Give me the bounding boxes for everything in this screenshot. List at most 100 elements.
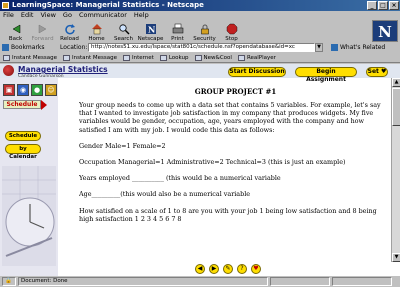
- url-field[interactable]: http://notes51.xu.edu/lspace/stat801c/sc…: [88, 43, 315, 52]
- netscape-logo[interactable]: N: [372, 20, 398, 42]
- personal-toolbar: Instant Message Instant Message Internet…: [0, 53, 400, 63]
- status-bar: 🔒 Document: Done: [0, 276, 400, 287]
- scroll-down-icon[interactable]: ▼: [392, 253, 400, 262]
- window-title: LearningSpace: Managerial Statistics - N…: [12, 1, 204, 9]
- scroll-up-icon[interactable]: ▲: [392, 78, 400, 87]
- menu-view[interactable]: View: [40, 11, 55, 20]
- bookmark-icon: [2, 44, 9, 51]
- home-icon: [91, 23, 103, 35]
- security-button[interactable]: Security: [191, 20, 218, 42]
- menu-help[interactable]: Help: [134, 11, 149, 20]
- related-icon: [331, 44, 338, 51]
- navigation-toolbar: Back Forward Reload Home Search N Netsca…: [0, 20, 370, 42]
- netscape-window-icon: [2, 2, 9, 9]
- personal-item-label: RealPlayer: [246, 54, 276, 61]
- url-dropdown-icon[interactable]: ▼: [315, 43, 323, 52]
- personal-item-new-and-cool[interactable]: New&Cool: [194, 54, 236, 61]
- window-controls: _ □ ×: [367, 1, 399, 10]
- learningspace-logo-icon: [3, 65, 14, 76]
- paragraph-intro: Your group needs to come up with a data …: [79, 101, 381, 134]
- start-discussion-button[interactable]: Start Discussion: [228, 67, 286, 77]
- security-status-icon[interactable]: 🔒: [2, 277, 16, 286]
- minimize-button[interactable]: _: [367, 1, 377, 10]
- paragraph-satisfaction: How satisfied on a scale of 1 to 8 are y…: [79, 206, 377, 223]
- status-text: Document: Done: [18, 277, 268, 286]
- by-calendar-button[interactable]: by Calendar: [5, 144, 41, 160]
- menu-file[interactable]: File: [3, 11, 14, 20]
- personal-item-label: Instant Message: [12, 54, 57, 61]
- window-titlebar: LearningSpace: Managerial Statistics - N…: [0, 0, 400, 11]
- search-icon: [118, 23, 130, 35]
- personal-item-realplayer[interactable]: RealPlayer: [237, 54, 280, 61]
- page-navigation: ◀ ▶ ✎ ? ♥: [195, 264, 261, 274]
- reload-button[interactable]: Reload: [56, 20, 83, 42]
- page-content: Managerial Statistics Candace Gunnarson …: [0, 64, 400, 276]
- vertical-scrollbar[interactable]: ▲ ▼: [391, 78, 400, 262]
- stop-icon: [226, 23, 238, 35]
- help-question-icon[interactable]: ?: [237, 264, 247, 274]
- menu-edit[interactable]: Edit: [21, 11, 34, 20]
- paragraph-gender: Gender Male=1 Female=2: [79, 141, 166, 150]
- menu-go[interactable]: Go: [63, 11, 72, 20]
- edit-pencil-icon[interactable]: ✎: [223, 264, 233, 274]
- personal-item-lookup[interactable]: Lookup: [159, 54, 193, 61]
- whats-related-button[interactable]: What's Related: [331, 44, 385, 51]
- menu-communicator[interactable]: Communicator: [79, 11, 127, 20]
- course-title-link[interactable]: Managerial Statistics: [18, 65, 108, 74]
- security-lock-icon: [199, 23, 211, 35]
- bookmark-icon: [237, 54, 245, 61]
- forward-arrow-icon: [37, 23, 49, 35]
- personal-item-instant-message-2[interactable]: Instant Message: [63, 54, 121, 61]
- bookmarks-label: Bookmarks: [11, 44, 45, 51]
- back-button[interactable]: Back: [2, 20, 29, 42]
- paragraph-occupation: Occupation Managerial=1 Administrative=2…: [79, 158, 346, 167]
- back-arrow-icon: [10, 23, 22, 35]
- search-button[interactable]: Search: [110, 20, 137, 42]
- bookmark-icon: [63, 54, 70, 61]
- stop-button[interactable]: Stop: [218, 20, 245, 42]
- menu-bar: File Edit View Go Communicator Help: [0, 11, 400, 20]
- bookmark-icon: [123, 54, 130, 61]
- personal-item-label: Lookup: [168, 54, 189, 61]
- print-button[interactable]: Print: [164, 20, 191, 42]
- schedule-arrow-icon: [41, 100, 47, 110]
- bookmarks-button[interactable]: Bookmarks: [2, 44, 60, 51]
- component-bar[interactable]: [332, 277, 392, 286]
- schedule-module-icon[interactable]: ▣: [3, 84, 15, 96]
- personal-item-label: Instant Message: [72, 54, 117, 61]
- whats-related-label: What's Related: [340, 44, 386, 51]
- netscape-button[interactable]: N Netscape: [137, 20, 164, 42]
- course-room-icon[interactable]: ●: [31, 84, 43, 96]
- scroll-thumb[interactable]: [392, 88, 400, 126]
- bookmark-icon: [194, 54, 202, 61]
- progress-area: [270, 277, 330, 286]
- bookmark-icon: [3, 54, 10, 61]
- sidebar: ▣ ◉ ● ☺ Schedule Schedule by Calendar: [0, 78, 58, 276]
- personal-item-label: Internet: [132, 54, 154, 61]
- begin-assignment-button[interactable]: Begin Assignment: [295, 67, 357, 83]
- set-button[interactable]: Set ♥: [366, 67, 388, 77]
- forward-button[interactable]: Forward: [29, 20, 56, 42]
- bookmark-icon: [159, 54, 167, 61]
- reload-icon: [64, 23, 76, 35]
- media-center-icon[interactable]: ◉: [17, 84, 29, 96]
- maximize-button[interactable]: □: [378, 1, 388, 10]
- previous-arrow-icon[interactable]: ◀: [195, 264, 205, 274]
- personal-item-internet[interactable]: Internet: [123, 54, 158, 61]
- next-arrow-icon[interactable]: ▶: [209, 264, 219, 274]
- profiles-icon[interactable]: ☺: [45, 84, 57, 96]
- schedule-section-label: Schedule: [3, 100, 41, 109]
- close-button[interactable]: ×: [389, 1, 399, 10]
- personal-item-label: New&Cool: [203, 54, 232, 61]
- favorite-heart-icon[interactable]: ♥: [251, 264, 261, 274]
- home-button[interactable]: Home: [83, 20, 110, 42]
- paragraph-years-employed: Years employed __________ (this would be…: [79, 174, 281, 183]
- document-title: GROUP PROJECT #1: [194, 87, 277, 96]
- location-label: Location:: [60, 44, 88, 51]
- personal-item-instant-message-1[interactable]: Instant Message: [3, 54, 61, 61]
- module-icons: ▣ ◉ ● ☺: [3, 84, 57, 96]
- schedule-button[interactable]: Schedule: [5, 131, 41, 141]
- netscape-icon: N: [145, 23, 157, 35]
- svg-text:N: N: [148, 25, 155, 35]
- clock-calendar-illustration: [2, 166, 56, 266]
